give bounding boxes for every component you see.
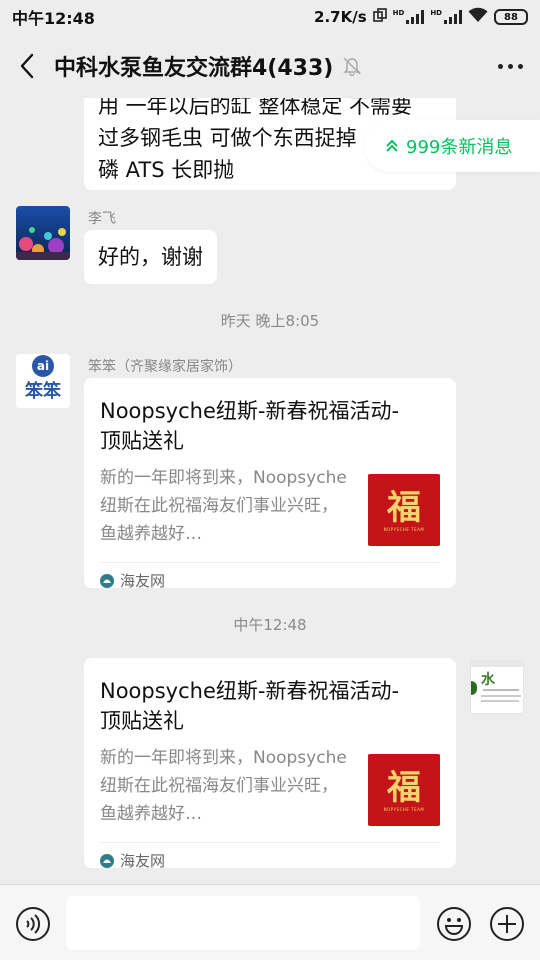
card-source: 海友网 bbox=[100, 562, 440, 598]
status-time: 中午12:48 bbox=[12, 9, 95, 28]
voice-icon[interactable] bbox=[14, 905, 52, 943]
battery-icon: 88 bbox=[494, 9, 528, 25]
card-description: 新的一年即将到来，Noopsyche纽斯在此祝福海友们事业兴旺，鱼越养越好… bbox=[100, 748, 347, 824]
thumbnail-caption: NOPYSCHE TEAM bbox=[383, 806, 425, 812]
new-messages-button[interactable]: 999条新消息 bbox=[364, 120, 540, 172]
message-text: 好的，谢谢 bbox=[98, 245, 203, 269]
emoji-icon[interactable] bbox=[435, 905, 473, 943]
message-input[interactable] bbox=[66, 896, 420, 950]
input-bar bbox=[0, 884, 540, 960]
sender-name: 笨笨（齐聚缘家居家饰） bbox=[88, 359, 242, 375]
net-speed: 2.7K/s bbox=[314, 8, 367, 26]
card-title: Noopsyche纽斯-新春祝福活动-顶贴送礼 bbox=[100, 399, 400, 453]
thumbnail-caption: NOPYSCHE TEAM bbox=[383, 526, 425, 532]
link-card[interactable]: Noopsyche纽斯-新春祝福活动-顶贴送礼 新的一年即将到来，Noopsyc… bbox=[84, 378, 456, 590]
message-line: 用 一年以后的缸 整体稳定 不需要 bbox=[98, 98, 413, 118]
avatar-text: 水 bbox=[481, 672, 495, 688]
source-name: 海友网 bbox=[120, 572, 166, 590]
status-indicators: 2.7K/s HD HD 88 bbox=[314, 7, 528, 27]
status-bar: 中午12:48 2.7K/s HD HD 88 bbox=[0, 0, 540, 34]
message-bubble[interactable]: 好的，谢谢 bbox=[84, 230, 217, 284]
chat-header: 中科水泵鱼友交流群4(433) bbox=[0, 34, 540, 98]
source-name: 海友网 bbox=[120, 852, 166, 870]
avatar[interactable] bbox=[16, 206, 70, 260]
wifi-icon bbox=[468, 7, 488, 27]
new-messages-label: 999条新消息 bbox=[406, 137, 513, 158]
signal-icon: HD bbox=[430, 10, 462, 24]
avatar-subtext: 笨笨 bbox=[25, 381, 61, 402]
card-thumbnail: 福 NOPYSCHE TEAM bbox=[368, 754, 440, 826]
thumbnail-char: 福 bbox=[387, 487, 421, 528]
avatar[interactable]: ai 笨笨 bbox=[16, 354, 70, 408]
card-source: 海友网 bbox=[100, 842, 440, 878]
avatar-text: ai bbox=[36, 359, 50, 373]
card-thumbnail: 福 NOPYSCHE TEAM bbox=[368, 474, 440, 546]
signal-icon: HD bbox=[393, 10, 425, 24]
source-logo-icon bbox=[100, 853, 114, 868]
mute-bell-icon bbox=[343, 56, 362, 76]
copy-icon bbox=[372, 8, 387, 26]
back-arrow-icon[interactable] bbox=[0, 34, 54, 98]
sim1-label: HD bbox=[392, 9, 405, 17]
plus-circle-icon[interactable] bbox=[488, 905, 526, 943]
card-description: 新的一年即将到来，Noopsyche纽斯在此祝福海友们事业兴旺，鱼越养越好… bbox=[100, 468, 347, 544]
chat-title[interactable]: 中科水泵鱼友交流群4(433) bbox=[54, 50, 333, 82]
time-divider: 昨天 晚上8:05 bbox=[220, 312, 320, 330]
sender-name: 李飞 bbox=[88, 211, 116, 227]
double-chevron-up-icon bbox=[386, 139, 398, 153]
time-divider: 中午12:48 bbox=[233, 616, 307, 634]
more-dots-icon[interactable] bbox=[480, 34, 540, 98]
thumbnail-char: 福 bbox=[387, 767, 421, 808]
sim2-label: HD bbox=[430, 9, 442, 17]
card-title: Noopsyche纽斯-新春祝福活动-顶贴送礼 bbox=[100, 679, 400, 733]
chat-message-list[interactable]: 用 一年以后的缸 整体稳定 不需要 过多钢毛虫 可做个东西捉掉 磷 ATS 长即… bbox=[0, 98, 540, 884]
source-logo-icon bbox=[100, 573, 114, 588]
link-card[interactable]: Noopsyche纽斯-新春祝福活动-顶贴送礼 新的一年即将到来，Noopsyc… bbox=[84, 658, 456, 870]
self-avatar[interactable]: 水 bbox=[470, 660, 524, 714]
